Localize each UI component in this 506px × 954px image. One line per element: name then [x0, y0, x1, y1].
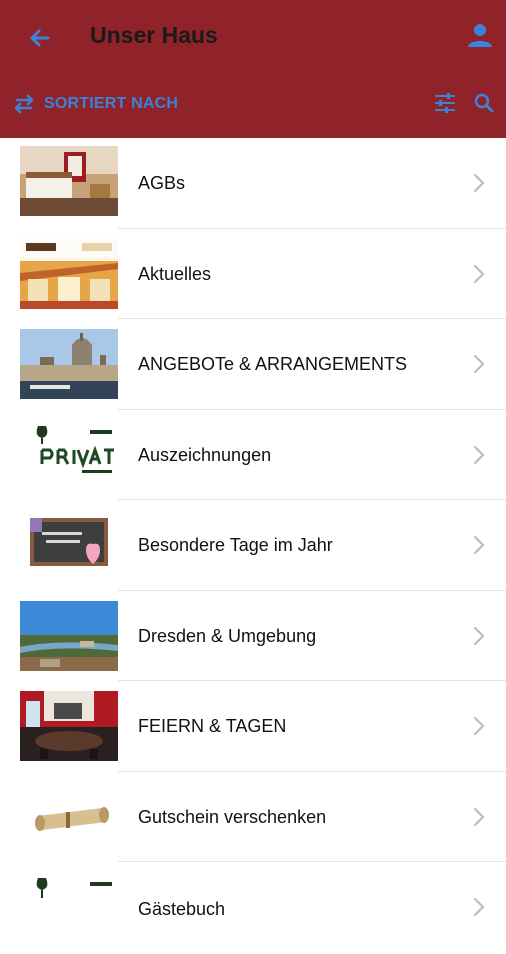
- list-item-label: AGBs: [138, 173, 186, 193]
- app-header: Unser Haus SORTIERT NACH: [0, 0, 506, 138]
- search-button[interactable]: [473, 92, 495, 114]
- list-item-agbs[interactable]: AGBs: [0, 138, 506, 229]
- list-item-label: Dresden & Umgebung: [138, 625, 317, 646]
- arrow-left-icon: [30, 29, 50, 47]
- back-button[interactable]: [22, 20, 58, 56]
- dresden-skyline-thumbnail: [20, 329, 118, 399]
- list-item-gutschein[interactable]: Gutschein verschenken: [0, 772, 506, 862]
- list-item-label: FEIERN & TAGEN: [138, 716, 287, 736]
- list-item-gaestebuch[interactable]: Gästebuch: [0, 862, 506, 953]
- list-item-label: Gästebuch: [138, 899, 226, 919]
- sort-button[interactable]: SORTIERT NACH: [12, 90, 178, 118]
- chevron-right-icon: [473, 264, 485, 283]
- list-item-label: Besondere Tage im Jahr: [138, 535, 333, 555]
- list-item-feiern-tagen[interactable]: FEIERN & TAGEN: [0, 681, 506, 772]
- hotel-room-thumbnail: [20, 146, 118, 216]
- list-item-label: ANGEBOTe & ARRANGEMENTS: [138, 354, 408, 374]
- list-item-angebote[interactable]: ANGEBOTe & ARRANGEMENTS: [0, 319, 506, 410]
- person-icon: [468, 24, 492, 47]
- sliders-icon: [435, 93, 455, 113]
- voucher-scroll-thumbnail: [20, 781, 118, 852]
- chevron-right-icon: [473, 626, 485, 645]
- list-item-aktuelles[interactable]: Aktuelles: [0, 229, 506, 319]
- chevron-right-icon: [473, 173, 485, 193]
- chevron-right-icon: [473, 445, 485, 464]
- conference-room-thumbnail: [20, 691, 118, 761]
- chevron-right-icon: [473, 354, 485, 374]
- search-icon: [474, 93, 494, 113]
- list-item-label: Auszeichnungen: [138, 444, 272, 465]
- news-thumbnail: [20, 238, 118, 309]
- sort-label: SORTIERT NACH: [44, 95, 179, 112]
- chalkboard-heart-thumbnail: [20, 510, 118, 580]
- chevron-right-icon: [473, 897, 485, 917]
- category-list: AGBs Aktuelles ANGEBOTe & ARRANGEMENTS A…: [0, 138, 506, 953]
- list-item-label: Gutschein verschenken: [138, 806, 327, 827]
- swap-arrows-icon: [14, 94, 34, 114]
- list-item-dresden-umgebung[interactable]: Dresden & Umgebung: [0, 591, 506, 681]
- profile-button[interactable]: [462, 18, 498, 54]
- hotel-privat-logo: [20, 872, 118, 942]
- dresden-panorama-thumbnail: [20, 600, 118, 671]
- filter-button[interactable]: [432, 90, 458, 116]
- list-item-auszeichnungen[interactable]: Auszeichnungen: [0, 410, 506, 500]
- hotel-privat-logo: [20, 419, 118, 490]
- chevron-right-icon: [473, 807, 485, 826]
- page-title: Unser Haus: [90, 22, 218, 48]
- chevron-right-icon: [473, 716, 485, 736]
- list-item-label: Aktuelles: [138, 263, 212, 284]
- chevron-right-icon: [473, 535, 485, 555]
- list-item-besondere-tage[interactable]: Besondere Tage im Jahr: [0, 500, 506, 591]
